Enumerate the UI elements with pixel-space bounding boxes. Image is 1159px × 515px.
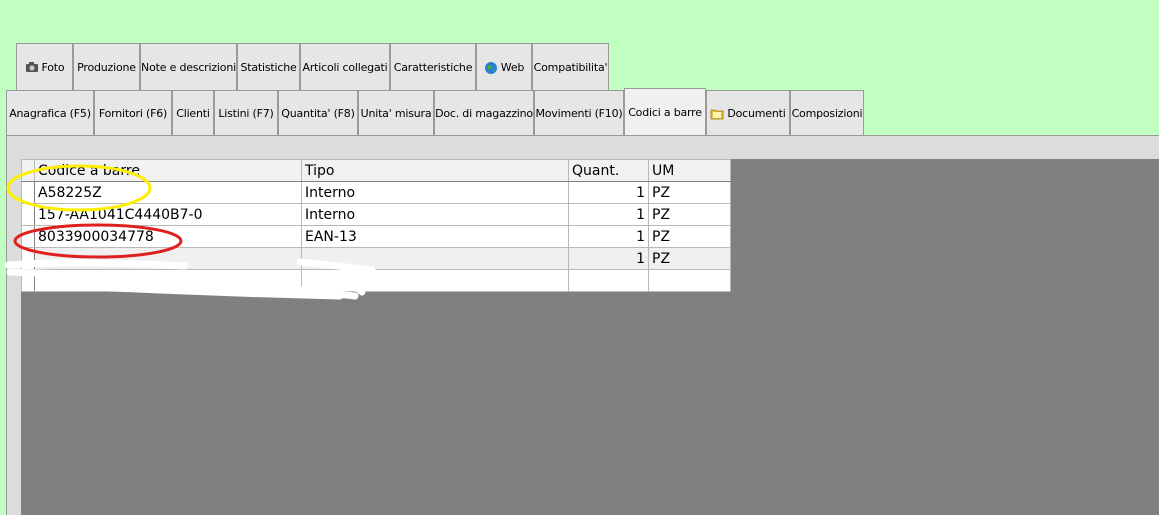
tab-label: Unita' misura <box>360 107 432 120</box>
table-row[interactable]: 8033900034778 EAN-13 1 PZ <box>21 225 731 248</box>
cell-code[interactable] <box>34 247 302 270</box>
table-row[interactable]: A58225Z Interno 1 PZ <box>21 181 731 204</box>
cell-type[interactable]: Interno <box>301 203 569 226</box>
tab-web[interactable]: Web <box>476 43 532 90</box>
column-header-codice[interactable]: Codice a barre <box>34 159 302 182</box>
tab-label: Anagrafica (F5) <box>9 107 91 120</box>
column-header-tipo[interactable]: Tipo <box>301 159 569 182</box>
tab-foto[interactable]: Foto <box>16 43 73 90</box>
cell-qty[interactable]: 1 <box>568 181 649 204</box>
tab-label: Documenti <box>727 107 786 120</box>
row-selector[interactable] <box>21 225 35 248</box>
tab-label: Articoli collegati <box>302 60 388 74</box>
row-selector[interactable] <box>21 247 35 270</box>
folder-icon <box>710 108 724 120</box>
tab-composizioni[interactable]: Composizioni <box>790 90 864 136</box>
cell-type[interactable] <box>301 269 569 292</box>
tab-label: Codici a barre <box>628 106 702 119</box>
tab-compatibilita[interactable]: Compatibilita' <box>532 43 609 90</box>
tab-label: Note e descrizioni <box>141 60 236 74</box>
tab-produzione[interactable]: Produzione <box>73 43 140 90</box>
cell-um[interactable]: PZ <box>648 247 731 270</box>
table-row-new[interactable] <box>21 269 731 292</box>
camera-icon <box>25 61 39 73</box>
tab-label: Quantita' (F8) <box>281 107 355 120</box>
tab-statistiche[interactable]: Statistiche <box>237 43 300 90</box>
cell-code[interactable]: 8033900034778 <box>34 225 302 248</box>
tab-listini[interactable]: Listini (F7) <box>214 90 278 136</box>
tab-label: Web <box>500 60 525 74</box>
cell-um[interactable] <box>648 269 731 292</box>
tab-label: Movimenti (F10) <box>535 107 623 120</box>
tab-label: Statistiche <box>240 60 297 74</box>
tab-codici-a-barre[interactable]: Codici a barre <box>624 88 706 136</box>
tab-label: Listini (F7) <box>218 107 274 120</box>
column-header-quant[interactable]: Quant. <box>568 159 649 182</box>
tab-note-e-descrizioni[interactable]: Note e descrizioni <box>140 43 237 90</box>
tab-label: Doc. di magazzino <box>435 107 533 120</box>
cell-qty[interactable] <box>568 269 649 292</box>
tab-doc-di-magazzino[interactable]: Doc. di magazzino <box>434 90 534 136</box>
tab-label: Fornitori (F6) <box>98 107 168 120</box>
tab-caratteristiche[interactable]: Caratteristiche <box>390 43 476 90</box>
tab-clienti[interactable]: Clienti <box>172 90 214 136</box>
tab-articoli-collegati[interactable]: Articoli collegati <box>300 43 390 90</box>
globe-icon <box>484 61 498 74</box>
table-header-row: Codice a barre Tipo Quant. UM <box>21 159 731 182</box>
row-selector-header <box>21 159 35 182</box>
tab-unita-misura[interactable]: Unita' misura <box>358 90 434 136</box>
cell-um[interactable]: PZ <box>648 203 731 226</box>
cell-um[interactable]: PZ <box>648 225 731 248</box>
cell-type[interactable] <box>301 247 569 270</box>
cell-qty[interactable]: 1 <box>568 203 649 226</box>
cell-code[interactable] <box>34 269 302 292</box>
column-header-um[interactable]: UM <box>648 159 731 182</box>
cell-um[interactable]: PZ <box>648 181 731 204</box>
tab-anagrafica[interactable]: Anagrafica (F5) <box>6 90 94 136</box>
table-row[interactable]: 1 PZ <box>21 247 731 270</box>
tab-label: Clienti <box>176 107 210 120</box>
tab-label: Produzione <box>77 60 136 74</box>
tab-movimenti[interactable]: Movimenti (F10) <box>534 90 624 136</box>
cell-type[interactable]: EAN-13 <box>301 225 569 248</box>
cell-type[interactable]: Interno <box>301 181 569 204</box>
tab-quantita[interactable]: Quantita' (F8) <box>278 90 358 136</box>
barcode-table: Codice a barre Tipo Quant. UM A58225Z In… <box>21 159 731 292</box>
tab-documenti[interactable]: Documenti <box>706 90 790 136</box>
tab-fornitori[interactable]: Fornitori (F6) <box>94 90 172 136</box>
tab-label: Compatibilita' <box>533 60 608 74</box>
cell-code[interactable]: A58225Z <box>34 181 302 204</box>
row-selector[interactable] <box>21 203 35 226</box>
tab-label: Foto <box>41 60 65 74</box>
table-row[interactable]: 157-AA1041C4440B7-0 Interno 1 PZ <box>21 203 731 226</box>
cell-code[interactable]: 157-AA1041C4440B7-0 <box>34 203 302 226</box>
tab-label: Caratteristiche <box>393 60 473 74</box>
cell-qty[interactable]: 1 <box>568 225 649 248</box>
tab-label: Composizioni <box>791 107 863 120</box>
cell-qty[interactable]: 1 <box>568 247 649 270</box>
row-selector[interactable] <box>21 269 35 292</box>
row-selector[interactable] <box>21 181 35 204</box>
